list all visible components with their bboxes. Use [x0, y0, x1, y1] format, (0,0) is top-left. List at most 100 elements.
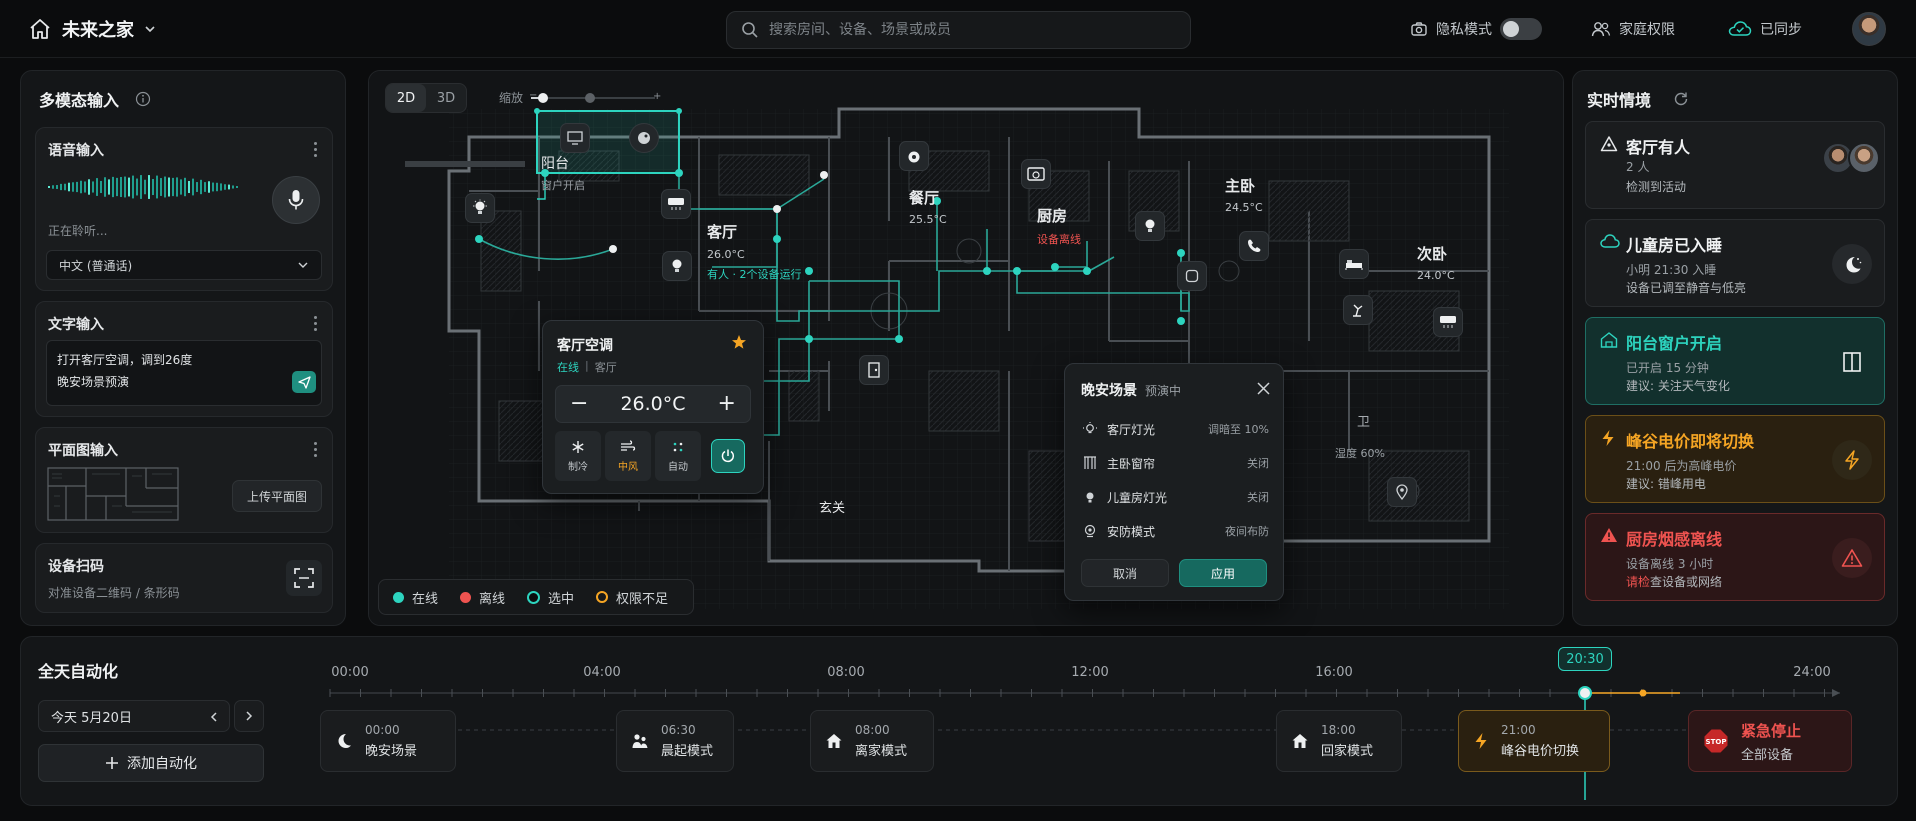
- room-second-bedroom[interactable]: 次卧 24.0°C: [1417, 243, 1455, 282]
- scene-row: 客厅灯光 调暗至 10%: [1083, 419, 1269, 439]
- upload-floorplan-button[interactable]: 上传平面图: [232, 480, 322, 512]
- room-dining[interactable]: 餐厅 25.5°C: [909, 187, 947, 226]
- add-automation-button[interactable]: 添加自动化: [38, 744, 264, 782]
- tick-label: 04:00: [583, 665, 621, 680]
- device-dining-light[interactable]: [662, 251, 692, 281]
- situation-card-child-asleep[interactable]: 儿童房已入睡 小明 21:30 入睡 设备已调至静音与低亮: [1585, 219, 1885, 307]
- language-select[interactable]: 中文 (普通话): [46, 250, 322, 280]
- scene-preview-popover: 晚安场景 预演中 客厅灯光 调暗至 10% 主卧窗帘 关闭 儿童房灯光 关闭 安…: [1064, 363, 1284, 601]
- device-entrance-lock[interactable]: [859, 355, 889, 385]
- device-dining-speaker[interactable]: [899, 141, 929, 171]
- device-robot-vacuum[interactable]: [629, 123, 659, 153]
- power-button[interactable]: [705, 431, 751, 481]
- privacy-mode[interactable]: 隐私模式: [1410, 16, 1542, 42]
- text-line-1: 打开客厅空调，调到26度: [57, 353, 193, 367]
- situation-card-peak-price[interactable]: 峰谷电价即将切换 21:00 后为高峰电价 建议: 错峰用电: [1585, 415, 1885, 503]
- device-tv[interactable]: [560, 123, 590, 153]
- voice-input-section: 语音输入 正在聆听... 中文 (普通话): [35, 127, 333, 291]
- more-icon[interactable]: [308, 314, 322, 332]
- listening-status: 正在聆听...: [48, 224, 108, 238]
- automation-event-peak-price[interactable]: 21:00 峰谷电价切换: [1458, 710, 1610, 772]
- mode-auto-button[interactable]: 自动: [655, 431, 701, 481]
- star-icon[interactable]: [731, 334, 747, 350]
- mode-fan-button[interactable]: 中风: [605, 431, 651, 481]
- situation-card-smoke-offline[interactable]: 厨房烟感离线 设备离线 3 小时 请检查设备或网络: [1585, 513, 1885, 601]
- ac-temp-value: 26.0°C: [620, 393, 686, 415]
- device-living-ac[interactable]: [661, 189, 691, 219]
- decrease-temp-button[interactable]: −: [570, 393, 588, 415]
- search-bar[interactable]: [726, 11, 1191, 49]
- family-permissions-button[interactable]: 家庭权限: [1591, 16, 1675, 42]
- stop-title: 紧急停止: [1741, 721, 1802, 740]
- device-second-lamp[interactable]: [1343, 295, 1373, 325]
- device-master-phone[interactable]: [1239, 231, 1269, 261]
- situation-card-balcony-window[interactable]: 阳台窗户开启 已开启 15 分钟 建议: 关注天气变化: [1585, 317, 1885, 405]
- view-toggle[interactable]: 2D 3D: [385, 83, 467, 113]
- search-input[interactable]: [769, 22, 1169, 38]
- date-picker[interactable]: 今天 5月20日: [38, 700, 230, 732]
- sensor-icon: [1185, 269, 1199, 283]
- view-2d-button[interactable]: 2D: [386, 84, 426, 112]
- event-name: 晚安场景: [365, 744, 418, 759]
- card-title: 阳台窗户开启: [1626, 334, 1723, 353]
- room-balcony[interactable]: 阳台 窗户开启: [541, 153, 585, 193]
- sync-status[interactable]: 已同步: [1728, 16, 1802, 42]
- device-bathroom-sensor[interactable]: [1387, 477, 1417, 507]
- privacy-toggle[interactable]: [1500, 18, 1542, 40]
- device-second-ac[interactable]: [1433, 307, 1463, 337]
- room-living[interactable]: 客厅 26.0°C 有人 · 2个设备运行: [707, 221, 802, 282]
- scene-row: 安防模式 夜间布防: [1083, 521, 1269, 541]
- view-3d-button[interactable]: 3D: [426, 84, 466, 112]
- zoom-slider[interactable]: − +: [529, 91, 661, 103]
- room-name: 阳台: [541, 156, 569, 172]
- cloud-icon: [1600, 234, 1620, 248]
- room-name: 卫: [1357, 415, 1371, 430]
- legend-online: 在线: [393, 588, 438, 607]
- more-icon[interactable]: [308, 140, 322, 158]
- refresh-icon[interactable]: [1673, 91, 1689, 107]
- zoom-label: 缩放: [499, 91, 524, 105]
- automation-event[interactable]: 06:30 晨起模式: [616, 710, 734, 772]
- device-master-sensor[interactable]: [1177, 261, 1207, 291]
- room-entrance[interactable]: 玄关: [819, 497, 845, 516]
- device-balcony-light[interactable]: [465, 193, 495, 223]
- device-second-bed[interactable]: [1339, 249, 1369, 279]
- next-day-button[interactable]: [234, 700, 264, 732]
- device-master-light[interactable]: [1135, 211, 1165, 241]
- tick-label: 24:00: [1793, 665, 1831, 680]
- room-kitchen[interactable]: 厨房 设备离线: [1037, 205, 1081, 247]
- window-home-icon: [1600, 332, 1618, 348]
- home-selector[interactable]: 未来之家: [28, 14, 156, 44]
- send-icon: [297, 375, 311, 389]
- text-input-field[interactable]: 打开客厅空调，调到26度 晚安场景预演: [46, 340, 322, 406]
- microphone-button[interactable]: [272, 176, 320, 224]
- user-avatar[interactable]: [1852, 12, 1886, 46]
- room-bathroom[interactable]: 卫: [1357, 411, 1370, 430]
- now-marker: 20:30: [1558, 647, 1612, 671]
- more-icon[interactable]: [308, 440, 322, 458]
- card-line-2: 设备已调至静音与低亮: [1626, 281, 1747, 295]
- info-icon[interactable]: [135, 91, 151, 107]
- mode-cool-button[interactable]: 制冷: [555, 431, 601, 481]
- situation-card-living-occupied[interactable]: 客厅有人 2 人 检测到活动: [1585, 121, 1885, 209]
- room-name: 次卧: [1417, 245, 1448, 263]
- stop-sign-icon: STOP: [1704, 729, 1728, 753]
- automation-event[interactable]: 08:00 离家模式: [810, 710, 934, 772]
- automation-event[interactable]: 00:00 晚安场景: [320, 710, 456, 772]
- room-master-bedroom[interactable]: 主卧 24.5°C: [1225, 175, 1263, 214]
- room-temp: 24.0°C: [1417, 269, 1455, 282]
- increase-temp-button[interactable]: +: [718, 393, 736, 415]
- apply-button[interactable]: 应用: [1179, 559, 1267, 587]
- legend-no-permission: 权限不足: [596, 588, 668, 607]
- automation-event[interactable]: 18:00 回家模式: [1276, 710, 1402, 772]
- chevron-left-icon[interactable]: [209, 712, 219, 722]
- device-kitchen-appliance[interactable]: [1021, 159, 1051, 189]
- close-icon[interactable]: [1257, 382, 1270, 395]
- cancel-button[interactable]: 取消: [1081, 559, 1169, 587]
- scene-row: 主卧窗帘 关闭: [1083, 453, 1269, 473]
- scene-row-value: 调暗至 10%: [1208, 423, 1269, 436]
- emergency-stop-button[interactable]: STOP 紧急停止 全部设备: [1688, 710, 1852, 772]
- send-button[interactable]: [292, 371, 316, 393]
- scan-button[interactable]: [286, 560, 322, 596]
- scene-badge: 预演中: [1145, 384, 1182, 398]
